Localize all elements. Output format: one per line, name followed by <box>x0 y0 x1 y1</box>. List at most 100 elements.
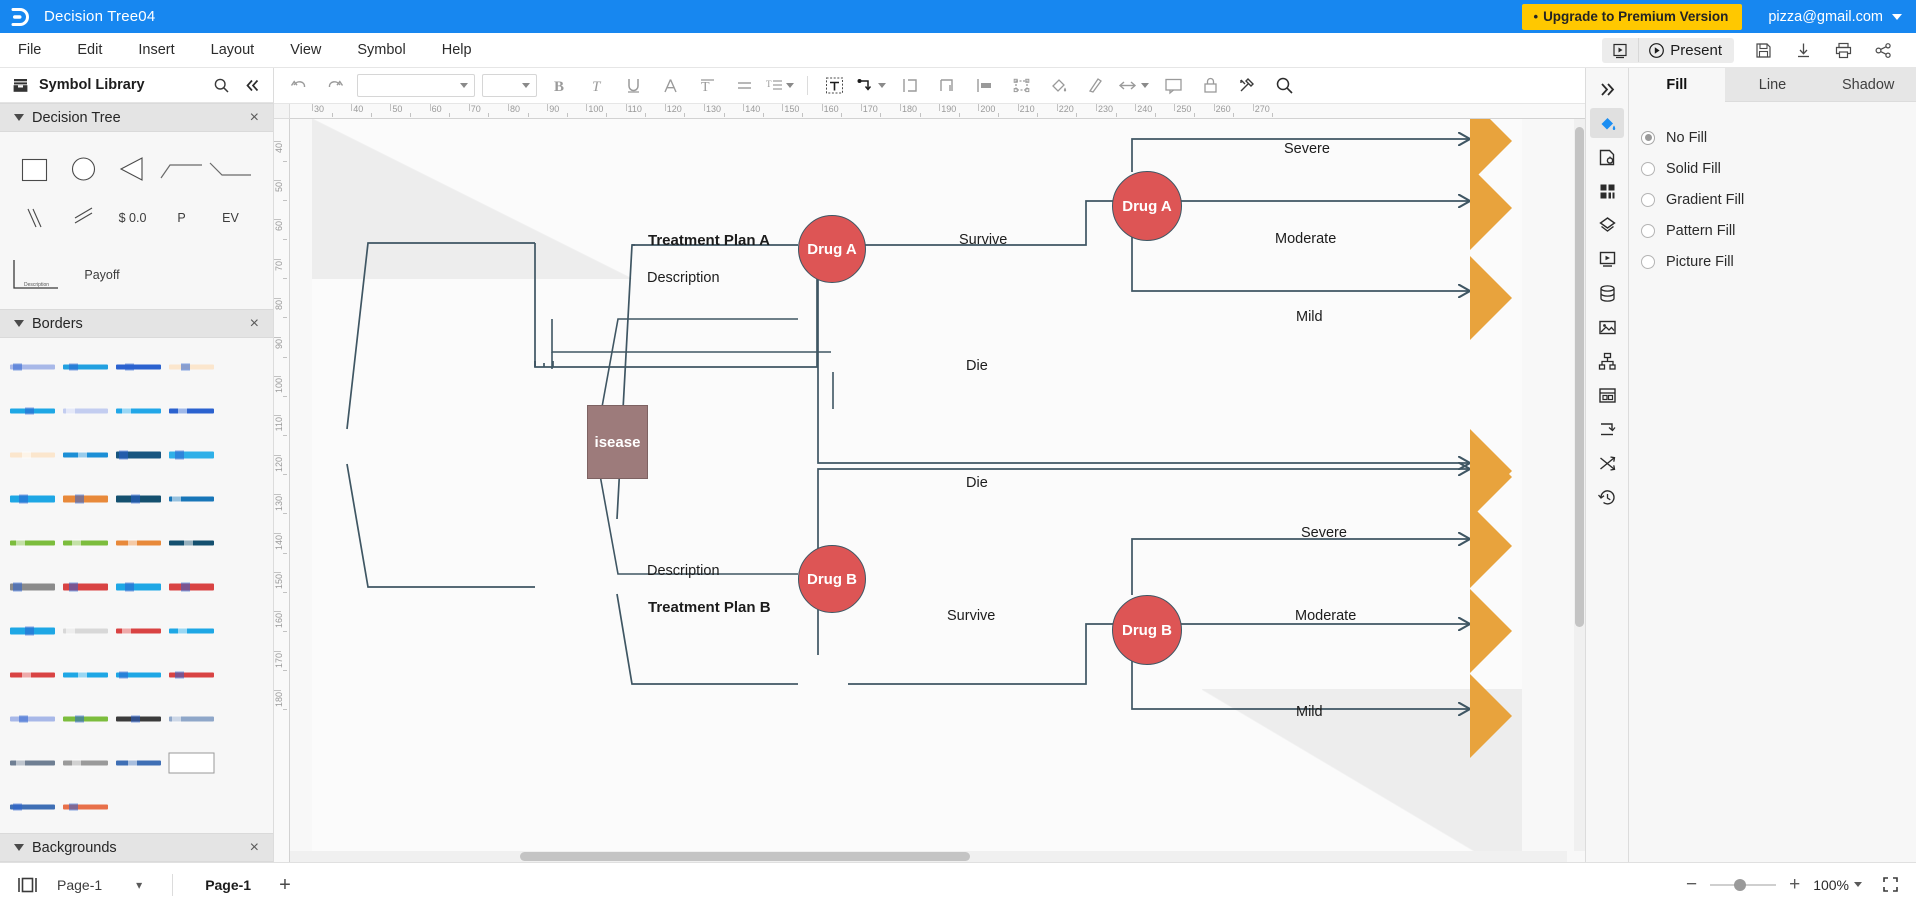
zoom-slider-knob[interactable] <box>1734 879 1746 891</box>
zoom-out-button[interactable]: − <box>1686 875 1697 894</box>
triangle-shape[interactable] <box>108 144 157 193</box>
undo-button[interactable] <box>280 72 316 100</box>
label-mild-b[interactable]: Mild <box>1296 704 1323 720</box>
tools-button[interactable] <box>1229 72 1265 100</box>
root-node-disease[interactable]: isease <box>587 405 648 479</box>
border-style-swatch[interactable] <box>8 700 57 738</box>
border-style-swatch[interactable] <box>167 744 216 782</box>
border-style-swatch[interactable] <box>8 568 57 606</box>
diagram-canvas[interactable]: isease Drug A Drug A Drug B Drug B <box>290 119 1585 862</box>
tab-shadow[interactable]: Shadow <box>1820 68 1916 102</box>
border-style-swatch[interactable] <box>61 656 110 694</box>
description-bracket-shape[interactable]: Description <box>10 252 72 297</box>
label-severe-b[interactable]: Severe <box>1301 525 1347 541</box>
border-style-swatch[interactable] <box>61 480 110 518</box>
close-icon[interactable]: × <box>250 316 259 332</box>
border-style-swatch[interactable] <box>61 744 110 782</box>
payoff-label-shape[interactable]: Payoff <box>72 268 132 282</box>
border-style-swatch[interactable] <box>167 568 216 606</box>
vertical-ruler[interactable]: 405060708090100110120130140150160170180 <box>274 119 290 862</box>
border-style-swatch[interactable] <box>167 480 216 518</box>
shuffle-button[interactable] <box>1590 448 1624 478</box>
expected-value-label-shape[interactable]: EV <box>206 193 255 242</box>
section-header-decision-tree[interactable]: Decision Tree × <box>0 103 273 132</box>
border-style-swatch[interactable] <box>8 524 57 562</box>
border-style-swatch[interactable] <box>61 436 110 474</box>
canvas-vertical-scrollbar[interactable] <box>1574 119 1585 851</box>
label-moderate-a[interactable]: Moderate <box>1275 231 1336 247</box>
expand-panel-button[interactable] <box>1590 74 1624 104</box>
align-button[interactable] <box>726 72 762 100</box>
border-style-swatch[interactable] <box>114 568 163 606</box>
cost-label-shape[interactable]: $ 0.0 <box>108 193 157 242</box>
lock-button[interactable] <box>1192 72 1228 100</box>
radio-gradient-fill[interactable] <box>1641 193 1655 207</box>
border-style-swatch[interactable] <box>114 392 163 430</box>
data-button[interactable] <box>1590 278 1624 308</box>
label-severe-a[interactable]: Severe <box>1284 141 1330 157</box>
border-style-swatch[interactable] <box>114 524 163 562</box>
menu-help[interactable]: Help <box>424 33 490 68</box>
redo-button[interactable] <box>317 72 353 100</box>
border-style-swatch[interactable] <box>167 700 216 738</box>
radio-pattern-fill[interactable] <box>1641 224 1655 238</box>
border-style-swatch[interactable] <box>167 656 216 694</box>
radio-no-fill[interactable] <box>1641 131 1655 145</box>
menu-insert[interactable]: Insert <box>120 33 192 68</box>
vertical-scroll-thumb[interactable] <box>1575 127 1584 627</box>
fill-option-pattern-fill[interactable]: Pattern Fill <box>1635 215 1916 246</box>
layers-button[interactable] <box>1590 210 1624 240</box>
fit-to-screen-button[interactable] <box>1881 875 1900 894</box>
label-die-a[interactable]: Die <box>966 358 988 374</box>
border-style-swatch[interactable] <box>61 568 110 606</box>
diagonal-line-shape[interactable] <box>206 144 255 193</box>
arrange-button[interactable] <box>966 72 1002 100</box>
radio-solid-fill[interactable] <box>1641 162 1655 176</box>
border-style-swatch[interactable] <box>8 656 57 694</box>
border-style-swatch[interactable] <box>167 612 216 650</box>
page-tab-page-1[interactable]: Page-1 <box>199 874 257 896</box>
label-treatment-plan-a[interactable]: Treatment Plan A <box>648 232 770 249</box>
upgrade-to-premium-button[interactable]: • Upgrade to Premium Version <box>1522 4 1743 30</box>
border-style-swatch[interactable] <box>8 392 57 430</box>
text-box-button[interactable] <box>816 72 852 100</box>
symbol-search-button[interactable] <box>213 77 230 94</box>
circle-shape[interactable] <box>59 144 108 193</box>
border-style-swatch[interactable] <box>167 524 216 562</box>
distribute-button[interactable] <box>929 72 965 100</box>
decision-node-drug-a[interactable]: Drug A <box>798 215 866 283</box>
print-button[interactable] <box>1824 37 1862 64</box>
border-style-swatch[interactable] <box>114 656 163 694</box>
border-style-swatch[interactable] <box>114 744 163 782</box>
app-logo[interactable] <box>0 6 44 28</box>
border-style-swatch[interactable] <box>114 348 163 386</box>
clear-format-button[interactable]: T <box>689 72 725 100</box>
border-style-swatch[interactable] <box>8 744 57 782</box>
decision-node-drug-a-outcome[interactable]: Drug A <box>1112 171 1182 241</box>
close-icon[interactable]: × <box>250 840 259 856</box>
section-header-borders[interactable]: Borders × <box>0 309 273 338</box>
fill-option-no-fill[interactable]: No Fill <box>1635 122 1916 153</box>
org-chart-button[interactable] <box>1590 346 1624 376</box>
menu-symbol[interactable]: Symbol <box>339 33 423 68</box>
italic-button[interactable]: T <box>578 72 614 100</box>
menu-edit[interactable]: Edit <box>59 33 120 68</box>
tab-line[interactable]: Line <box>1725 68 1821 102</box>
radio-picture-fill[interactable] <box>1641 255 1655 269</box>
presentation-button[interactable] <box>1590 244 1624 274</box>
zoom-slider[interactable] <box>1710 884 1776 886</box>
share-button[interactable] <box>1864 37 1902 64</box>
fill-option-gradient-fill[interactable]: Gradient Fill <box>1635 184 1916 215</box>
font-color-button[interactable] <box>652 72 688 100</box>
border-style-swatch[interactable] <box>61 392 110 430</box>
border-style-swatch[interactable] <box>167 436 216 474</box>
search-button[interactable] <box>1266 72 1302 100</box>
line-spacing-button[interactable]: T <box>763 72 799 100</box>
comment-button[interactable] <box>1155 72 1191 100</box>
border-style-swatch[interactable] <box>8 480 57 518</box>
decision-node-drug-b-outcome[interactable]: Drug B <box>1112 595 1182 665</box>
underline-button[interactable] <box>615 72 651 100</box>
menu-view[interactable]: View <box>272 33 339 68</box>
label-mild-a[interactable]: Mild <box>1296 309 1323 325</box>
align-objects-button[interactable] <box>892 72 928 100</box>
